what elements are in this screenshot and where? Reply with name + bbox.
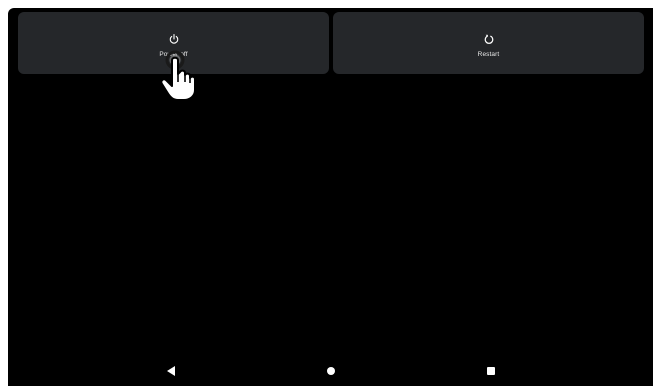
recents-button[interactable]: [484, 364, 498, 378]
navigation-bar: [8, 356, 653, 386]
restart-label: Restart: [477, 50, 500, 58]
back-triangle-icon: [167, 366, 175, 376]
back-button[interactable]: [164, 364, 178, 378]
home-circle-icon: [327, 367, 335, 375]
screen: Power off Restart: [8, 8, 653, 386]
home-button[interactable]: [324, 364, 338, 378]
restart-button[interactable]: Restart: [333, 12, 644, 74]
power-off-label: Power off: [159, 50, 188, 58]
restart-icon: [484, 34, 493, 44]
power-off-button[interactable]: Power off: [18, 12, 329, 74]
power-menu: Power off Restart: [18, 12, 644, 74]
recents-square-icon: [487, 367, 495, 375]
power-icon: [169, 33, 178, 44]
